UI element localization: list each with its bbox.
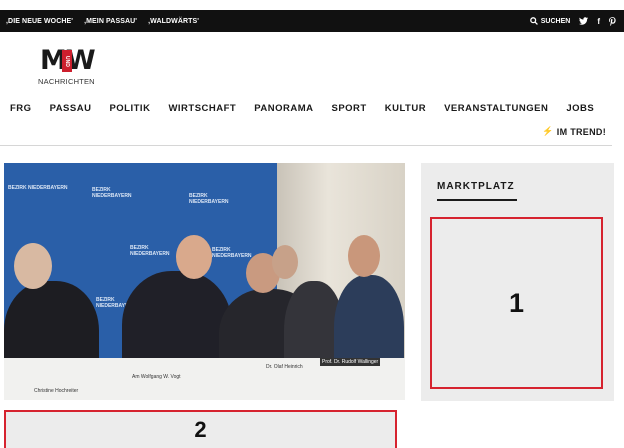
person-head xyxy=(272,245,298,279)
name-card: Dr. Olaf Heinrich xyxy=(266,364,303,370)
nav-item-wirtschaft[interactable]: WIRTSCHAFT xyxy=(168,103,236,114)
trend-link[interactable]: ⚡ IM TREND! xyxy=(542,126,606,137)
lightning-icon: ⚡ xyxy=(542,126,554,136)
name-card: Prof. Dr. Rudolf Wallinger xyxy=(320,358,381,366)
search-icon xyxy=(529,17,538,25)
photo-banner-text: BEZIRK NIEDERBAYERN xyxy=(130,245,170,257)
photo-banner-text: BEZIRK NIEDERBAYERN xyxy=(8,185,68,191)
nav-divider xyxy=(0,145,612,146)
nav-item-veranstaltungen[interactable]: VERANSTALTUNGEN xyxy=(444,103,548,114)
nav-item-sport[interactable]: SPORT xyxy=(331,103,366,114)
nav-item-passau[interactable]: PASSAU xyxy=(50,103,92,114)
top-right-actions: SUCHEN f xyxy=(529,16,616,26)
photo-banner-text: BEZIRK NIEDERBAYERN xyxy=(189,193,229,205)
name-card: Christine Hochreiter xyxy=(34,388,79,394)
search-label: SUCHEN xyxy=(540,17,571,25)
top-link-waldwaerts[interactable]: ,WALDWÄRTS' xyxy=(148,18,199,25)
ad-slot-1[interactable]: 1 xyxy=(430,217,603,389)
logo-und: UND xyxy=(62,50,72,72)
top-bar: ,DIE NEUE WOCHE' ,MEIN PASSAU' ,WALDWÄRT… xyxy=(0,10,624,32)
search-button[interactable]: SUCHEN xyxy=(529,17,571,25)
nav-item-jobs[interactable]: JOBS xyxy=(566,103,594,114)
person-head xyxy=(176,235,212,279)
name-card: Am Wolfgang W. Vogt xyxy=(132,374,181,380)
sidebar-title: MARKTPLATZ xyxy=(437,181,515,192)
twitter-icon[interactable] xyxy=(579,17,589,25)
trend-label: IM TREND! xyxy=(556,126,606,137)
sidebar-title-underline xyxy=(437,199,517,201)
featured-article-image[interactable]: BEZIRK NIEDERBAYERN BEZIRK NIEDERBAYERN … xyxy=(4,163,405,400)
photo-banner-text: BEZIRK NIEDERBAYERN xyxy=(92,187,132,199)
photo-banner-text: BEZIRK NIEDERBAYERN xyxy=(212,247,252,259)
nav-item-frg[interactable]: FRG xyxy=(10,103,32,114)
top-links: ,DIE NEUE WOCHE' ,MEIN PASSAU' ,WALDWÄRT… xyxy=(6,18,199,25)
person-head xyxy=(348,235,380,277)
main-nav: FRG PASSAU POLITIK WIRTSCHAFT PANORAMA S… xyxy=(10,103,612,114)
nav-item-kultur[interactable]: KULTUR xyxy=(385,103,426,114)
logo-subtitle: NACHRICHTEN xyxy=(38,77,95,86)
site-logo[interactable]: MW UND NACHRICHTEN xyxy=(38,46,100,88)
ad-slot-2[interactable]: 2 xyxy=(4,410,397,448)
nav-item-politik[interactable]: POLITIK xyxy=(109,103,150,114)
person-head xyxy=(14,243,52,289)
sidebar-marktplatz: MARKTPLATZ 1 xyxy=(421,163,614,401)
nav-item-panorama[interactable]: PANORAMA xyxy=(254,103,313,114)
top-link-mein-passau[interactable]: ,MEIN PASSAU' xyxy=(84,18,137,25)
facebook-icon[interactable]: f xyxy=(597,17,600,26)
top-link-neue-woche[interactable]: ,DIE NEUE WOCHE' xyxy=(6,18,73,25)
pinterest-icon[interactable] xyxy=(609,16,616,26)
